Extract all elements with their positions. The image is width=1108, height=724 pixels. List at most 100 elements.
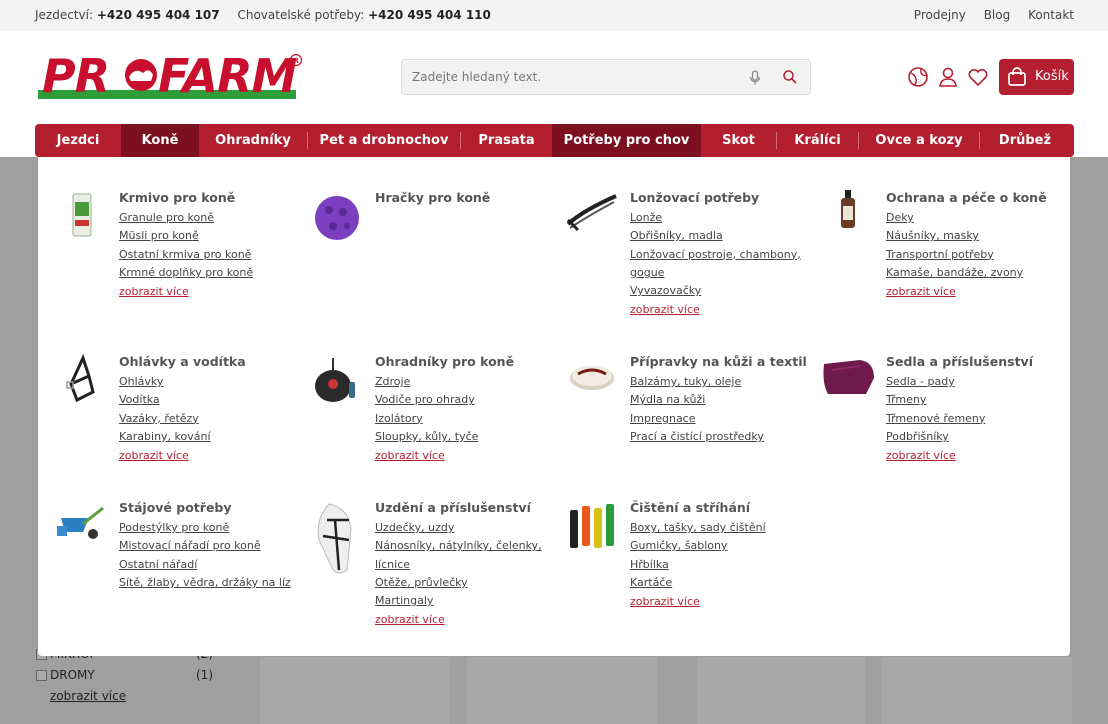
subcategory-link[interactable]: Vazáky, řetězy <box>119 410 359 428</box>
shopping-bag-icon <box>1008 67 1026 86</box>
lunge-whip-icon[interactable] <box>564 190 620 246</box>
nav-label: Jezdci <box>56 133 100 148</box>
nav-label: Pet a drobnochov <box>319 133 449 148</box>
show-more-link[interactable]: zobrazit více <box>886 449 1108 462</box>
svg-text:FARM: FARM <box>158 52 297 102</box>
breeding-phone[interactable]: +420 495 404 110 <box>368 8 491 22</box>
nav-label: Potřeby pro chov <box>563 133 690 148</box>
saddle-pad-icon[interactable] <box>820 354 876 410</box>
subcategory-link[interactable]: Karabiny, kování <box>119 428 359 446</box>
category-sedla: Sedla a příslušenství Sedla - pady Třmen… <box>823 354 1108 462</box>
nav-label: Ohradníky <box>215 133 291 148</box>
subcategory-link[interactable]: Třmeny <box>886 391 1108 409</box>
top-bar: Jezdectví: +420 495 404 107 Chovatelské … <box>0 0 1108 31</box>
top-links: Prodejny Blog Kontakt <box>900 8 1074 22</box>
wheelbarrow-icon[interactable] <box>53 500 109 556</box>
filter-label: DROMY <box>50 668 95 682</box>
globe-icon[interactable] <box>907 66 929 88</box>
show-more-link[interactable]: zobrazit více <box>119 449 359 462</box>
link-contact[interactable]: Kontakt <box>1028 8 1074 22</box>
nav-item-jezdci[interactable]: Jezdci <box>35 124 121 157</box>
product-card[interactable] <box>260 657 450 724</box>
link-blog[interactable]: Blog <box>984 8 1011 22</box>
nav-label: Ovce a kozy <box>875 133 963 148</box>
subcategory-link[interactable]: Martingaly <box>375 592 615 610</box>
microphone-icon[interactable] <box>749 70 761 90</box>
nav-item-potreby-pro-chov[interactable]: Potřeby pro chov <box>552 124 701 157</box>
energizer-icon[interactable] <box>309 354 365 410</box>
nav-item-prasata[interactable]: Prasata <box>461 124 552 157</box>
search-input[interactable]: Zadejte hledaný text. <box>412 70 541 84</box>
main-nav: Jezdci Koně Ohradníky Pet a drobnochov P… <box>35 124 1074 165</box>
subcategory-link[interactable]: lícnice <box>375 556 615 574</box>
toy-ball-icon[interactable] <box>309 190 365 246</box>
nav-item-pet-a-drobnochov[interactable]: Pet a drobnochov <box>308 124 460 157</box>
subcategory-link[interactable]: Kartáče <box>630 574 870 592</box>
filter-option[interactable]: DROMY (1) <box>36 668 216 684</box>
subcategory-link[interactable]: Deky <box>886 209 1108 227</box>
care-bottle-icon[interactable] <box>820 190 876 246</box>
subcategory-link[interactable]: Sítě, žlaby, vědra, držáky na líz <box>119 574 359 592</box>
subcategory-link[interactable]: Kamaše, bandáže, zvony <box>886 264 1108 282</box>
subcategory-link[interactable]: Lonžovací postroje, chambony, <box>630 246 870 264</box>
nav-label: Skot <box>722 133 755 148</box>
category-title[interactable]: Čištění a stříhání <box>630 500 870 515</box>
nav-item-kone[interactable]: Koně <box>121 124 199 165</box>
show-more-link[interactable]: zobrazit více <box>630 303 870 316</box>
profarm-logo[interactable]: PR FARM R <box>36 49 304 103</box>
search-icon[interactable] <box>782 69 798 89</box>
product-card[interactable] <box>467 657 657 724</box>
show-more-link[interactable]: zobrazit více <box>886 285 1108 298</box>
link-stores[interactable]: Prodejny <box>914 8 966 22</box>
subcategory-link[interactable]: Ostatní krmiva pro koně <box>119 246 359 264</box>
category-title[interactable]: Ochrana a péče o koně <box>886 190 1108 205</box>
subcategory-link[interactable]: Prací a čistící prostředky <box>630 428 870 446</box>
category-title[interactable]: Sedla a příslušenství <box>886 354 1108 369</box>
svg-text:PR: PR <box>42 52 109 102</box>
subcategory-link[interactable]: Izolátory <box>375 410 615 428</box>
nav-item-ohradniky[interactable]: Ohradníky <box>199 124 307 157</box>
filter-count: (1) <box>196 668 213 682</box>
subcategory-link[interactable]: Sedla - pady <box>886 373 1108 391</box>
feed-bag-icon[interactable] <box>53 190 109 246</box>
nav-item-ovce-a-kozy[interactable]: Ovce a kozy <box>859 124 979 157</box>
product-card[interactable] <box>882 657 1072 724</box>
nav-label: Drůbež <box>998 133 1052 148</box>
subcategory-link[interactable]: gogue <box>630 264 870 282</box>
subcategory-link[interactable]: Transportní potřeby <box>886 246 1108 264</box>
category-cisteni: Čištění a stříhání Boxy, tašky, sady čiš… <box>570 500 870 608</box>
bridle-icon[interactable] <box>309 500 365 574</box>
search-bar[interactable]: Zadejte hledaný text. <box>401 59 811 95</box>
show-more-link[interactable]: zobrazit více <box>119 285 359 298</box>
subcategory-link[interactable]: Boxy, tašky, sady čištění <box>630 519 870 537</box>
show-more-link[interactable]: zobrazit více <box>630 595 870 608</box>
product-card[interactable] <box>697 657 865 724</box>
nav-item-drubez[interactable]: Drůbež <box>980 124 1070 157</box>
subcategory-link[interactable]: Vyvazovačky <box>630 282 870 300</box>
user-icon[interactable] <box>937 66 959 88</box>
heart-icon[interactable] <box>967 66 989 88</box>
cart-label: Košík <box>1035 69 1069 84</box>
filter-show-more-link[interactable]: zobrazit více <box>50 689 126 703</box>
subcategory-link[interactable]: Otěže, průvlečky <box>375 574 615 592</box>
halter-icon[interactable] <box>53 353 109 410</box>
subcategory-link[interactable]: Hřbílka <box>630 556 870 574</box>
show-more-link[interactable]: zobrazit více <box>375 613 615 626</box>
balm-tin-icon[interactable] <box>564 354 620 410</box>
filter-checkbox[interactable] <box>36 670 47 681</box>
subcategory-link[interactable]: Sloupky, kůly, tyče <box>375 428 615 446</box>
subcategory-link[interactable]: Impregnace <box>630 410 870 428</box>
nav-item-kralici[interactable]: Králíci <box>777 124 858 157</box>
mega-menu: Krmivo pro koně Granule pro koně Müsli p… <box>38 157 1070 656</box>
riding-phone[interactable]: +420 495 404 107 <box>97 8 220 22</box>
subcategory-link[interactable]: Podbřišníky <box>886 428 1108 446</box>
show-more-link[interactable]: zobrazit více <box>375 449 615 462</box>
cart-button[interactable]: Košík <box>999 59 1074 95</box>
nav-label: Prasata <box>478 133 535 148</box>
grooming-brushes-icon[interactable] <box>564 500 620 556</box>
nav-item-skot[interactable]: Skot <box>701 124 776 157</box>
subcategory-link[interactable]: Krmné doplňky pro koně <box>119 264 359 282</box>
subcategory-link[interactable]: Gumičky, šablony <box>630 537 870 555</box>
subcategory-link[interactable]: Náušníky, masky <box>886 227 1108 245</box>
subcategory-link[interactable]: Třmenové řemeny <box>886 410 1108 428</box>
